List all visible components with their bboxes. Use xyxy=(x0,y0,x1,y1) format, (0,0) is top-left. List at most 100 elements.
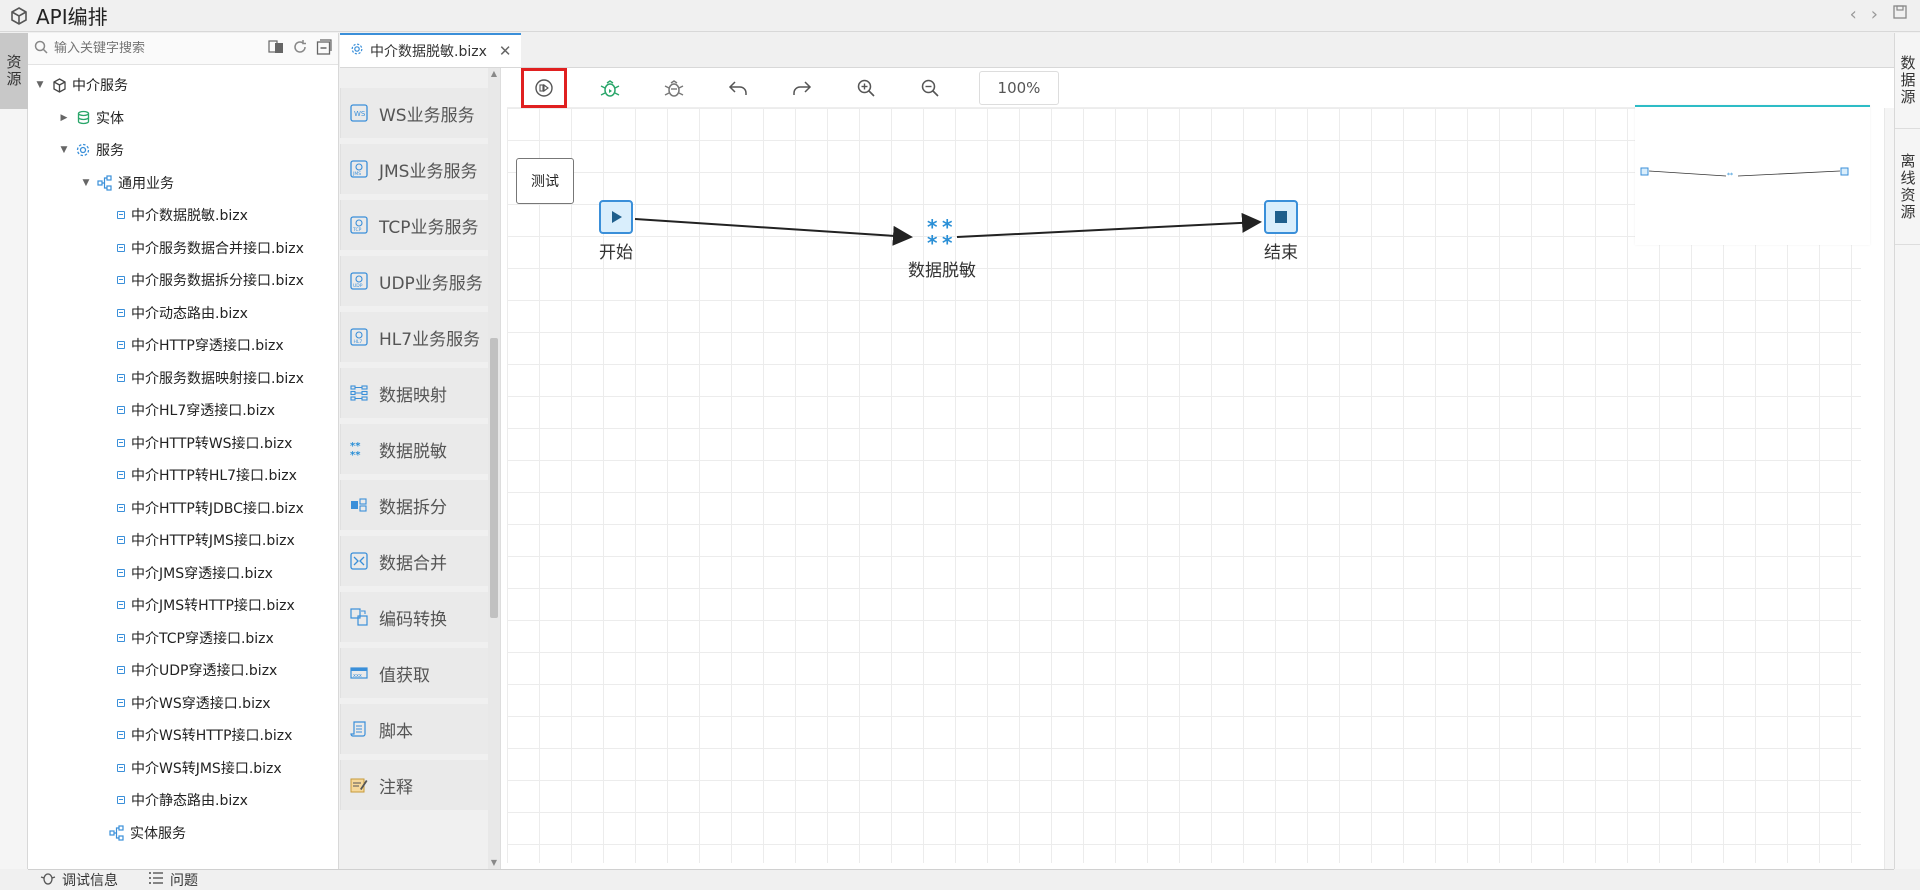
palette-item-label: TCP业务服务 xyxy=(379,217,479,238)
scroll-thumb[interactable] xyxy=(490,338,498,618)
file-list: 中介数据脱敏.bizx 中介服务数据合并接口.bizx 中介服务数据拆分接口.biz… xyxy=(28,199,338,817)
tree-node-entity[interactable]: ▶ 实体 xyxy=(28,102,338,135)
svg-text:*: * xyxy=(942,231,953,251)
redo-button[interactable] xyxy=(781,70,823,106)
search-bar xyxy=(28,33,338,65)
debug-off-button[interactable] xyxy=(653,70,695,106)
palette-item[interactable]: xxx 值获取 xyxy=(340,648,498,698)
tree-file-item[interactable]: 中介JMS转HTTP接口.bizx xyxy=(28,589,338,622)
palette-item[interactable]: TCP TCP业务服务 xyxy=(340,200,498,250)
tree-file-label: 中介服务数据合并接口.bizx xyxy=(131,240,304,257)
expanded-caret-icon[interactable]: ▼ xyxy=(80,178,92,188)
tree-node-entity-service[interactable]: 实体服务 xyxy=(28,817,338,850)
bizx-file-icon xyxy=(117,438,125,447)
value-icon: xxx xyxy=(349,663,369,683)
bizx-file-icon xyxy=(117,568,125,577)
tree-file-item[interactable]: 中介TCP穿透接口.bizx xyxy=(28,622,338,655)
zoom-in-button[interactable] xyxy=(845,70,887,106)
zoom-level[interactable]: 100% xyxy=(979,70,1059,105)
test-button[interactable] xyxy=(521,67,567,108)
tree-file-item[interactable]: 中介服务数据合并接口.bizx xyxy=(28,232,338,265)
back-icon[interactable]: ‹ xyxy=(1850,4,1857,25)
refresh-icon[interactable] xyxy=(292,39,308,59)
expanded-caret-icon[interactable]: ▼ xyxy=(34,80,46,90)
search-input[interactable] xyxy=(54,41,264,56)
app-title: API编排 xyxy=(36,5,108,29)
palette-item[interactable]: UDP UDP业务服务 xyxy=(340,256,498,306)
debug-button[interactable] xyxy=(589,70,631,106)
jms-icon: JMS xyxy=(349,159,369,179)
filter-icon[interactable] xyxy=(268,39,284,59)
tree-file-item[interactable]: 中介服务数据拆分接口.bizx xyxy=(28,264,338,297)
tree-file-item[interactable]: 中介数据脱敏.bizx xyxy=(28,199,338,232)
tree-file-item[interactable]: 中介HTTP转JDBC接口.bizx xyxy=(28,492,338,525)
connector-mask-to-end[interactable] xyxy=(956,212,1262,238)
tree-file-label: 中介UDP穿透接口.bizx xyxy=(131,663,278,680)
tree-file-item[interactable]: 中介HL7穿透接口.bizx xyxy=(28,394,338,427)
palette-item[interactable]: HL7 HL7业务服务 xyxy=(340,312,498,362)
node-label: 开始 xyxy=(599,243,633,263)
node-data-masking[interactable]: * * * * 数据脱敏 xyxy=(908,216,976,281)
tab-resources[interactable]: 资源 xyxy=(0,33,28,109)
debug-info-tab[interactable]: 调试信息 xyxy=(40,870,118,890)
tcp-icon: TCP xyxy=(349,215,369,235)
palette-scrollbar[interactable]: ▲ ▼ xyxy=(488,68,500,869)
palette-item-label: 数据合并 xyxy=(379,553,447,574)
tree-file-item[interactable]: 中介HTTP转JMS接口.bizx xyxy=(28,524,338,557)
palette-item[interactable]: 编码转换 xyxy=(340,592,498,642)
forward-icon[interactable]: › xyxy=(1871,4,1878,25)
canvas-scrollbar[interactable] xyxy=(1884,108,1894,869)
bizx-file-icon xyxy=(117,276,125,285)
encode-icon xyxy=(349,607,369,627)
problems-tab[interactable]: 问题 xyxy=(148,870,198,890)
tree-file-item[interactable]: 中介服务数据映射接口.bizx xyxy=(28,362,338,395)
tree-node-label: 实体服务 xyxy=(130,825,186,842)
scroll-up-icon[interactable]: ▲ xyxy=(490,70,498,78)
save-icon[interactable] xyxy=(1892,4,1908,25)
node-end[interactable]: 结束 xyxy=(1264,200,1298,263)
tree-node-general[interactable]: ▼ 通用业务 xyxy=(28,167,338,200)
collapse-all-icon[interactable] xyxy=(316,38,332,59)
palette-item[interactable]: 脚本 xyxy=(340,704,498,754)
palette-item[interactable]: JMS JMS业务服务 xyxy=(340,144,498,194)
tab-datasource[interactable]: 数据源 xyxy=(1895,33,1920,129)
tree-file-item[interactable]: 中介静态路由.bizx xyxy=(28,784,338,817)
scroll-down-icon[interactable]: ▼ xyxy=(490,859,498,867)
undo-button[interactable] xyxy=(717,70,759,106)
palette-item[interactable]: 注释 xyxy=(340,760,498,810)
tree-file-label: 中介JMS转HTTP接口.bizx xyxy=(131,598,295,615)
palette-item[interactable]: ** ** 数据脱敏 xyxy=(340,424,498,474)
tree-file-item[interactable]: 中介JMS穿透接口.bizx xyxy=(28,557,338,590)
bizx-file-icon xyxy=(117,308,125,317)
expanded-caret-icon[interactable]: ▼ xyxy=(58,145,70,155)
svg-text:**: ** xyxy=(1727,172,1733,179)
tree-file-item[interactable]: 中介WS穿透接口.bizx xyxy=(28,687,338,720)
tree-file-item[interactable]: 中介HTTP转WS接口.bizx xyxy=(28,427,338,460)
tree-file-label: 中介静态路由.bizx xyxy=(131,793,248,810)
collapsed-caret-icon[interactable]: ▶ xyxy=(58,113,70,123)
zoom-out-button[interactable] xyxy=(909,70,951,106)
component-palette: WS WS业务服务 JMS JMS业务服务 TCP TCP业务服务 UDP UDP业务服务 HL… xyxy=(340,68,500,869)
tab-data-masking[interactable]: 中介数据脱敏.bizx ✕ xyxy=(340,33,522,67)
bizx-file-icon xyxy=(117,373,125,382)
close-icon[interactable]: ✕ xyxy=(499,42,512,60)
tree-file-label: 中介JMS穿透接口.bizx xyxy=(131,565,273,582)
palette-item[interactable]: 数据拆分 xyxy=(340,480,498,530)
tree-node-root[interactable]: ▼ 中介服务 xyxy=(28,69,338,102)
tab-label: 中介数据脱敏.bizx xyxy=(370,44,487,60)
tab-offline-resources[interactable]: 离线资源 xyxy=(1895,129,1920,245)
tree-file-item[interactable]: 中介WS转HTTP接口.bizx xyxy=(28,719,338,752)
palette-item[interactable]: 数据合并 xyxy=(340,536,498,586)
tree-node-service[interactable]: ▼ 服务 xyxy=(28,134,338,167)
tree-file-item[interactable]: 中介UDP穿透接口.bizx xyxy=(28,654,338,687)
palette-item[interactable]: WS WS业务服务 xyxy=(340,88,498,138)
tree-file-item[interactable]: 中介动态路由.bizx xyxy=(28,297,338,330)
node-start[interactable]: 开始 xyxy=(599,200,633,263)
masking-icon: ** ** xyxy=(349,439,369,459)
minimap[interactable]: ** xyxy=(1635,105,1870,245)
tree-file-item[interactable]: 中介HTTP穿透接口.bizx xyxy=(28,329,338,362)
palette-item[interactable]: 数据映射 xyxy=(340,368,498,418)
tree-file-item[interactable]: 中介WS转JMS接口.bizx xyxy=(28,752,338,785)
tree-file-item[interactable]: 中介HTTP转HL7接口.bizx xyxy=(28,459,338,492)
connector-start-to-mask[interactable] xyxy=(634,218,913,246)
